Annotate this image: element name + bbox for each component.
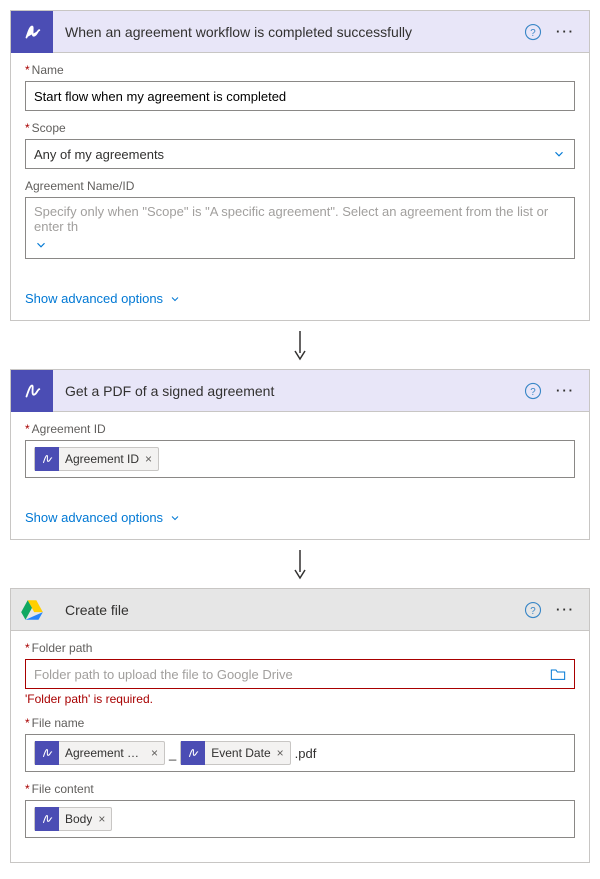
name-field: Name (25, 63, 575, 111)
file-name-input[interactable]: Agreement Na... × _ Event Date × .pdf (25, 734, 575, 772)
remove-token-icon[interactable]: × (145, 452, 152, 466)
folder-path-placeholder: Folder path to upload the file to Google… (34, 667, 293, 682)
adobe-sign-icon (181, 741, 205, 765)
adobe-sign-icon (11, 370, 53, 412)
remove-token-icon[interactable]: × (151, 746, 158, 760)
agreement-id-field: Agreement ID Agreement ID × (25, 422, 575, 478)
name-label: Name (25, 63, 575, 77)
trigger-header[interactable]: When an agreement workflow is completed … (11, 11, 589, 53)
create-file-title: Create file (53, 602, 524, 618)
arrow-connector (10, 327, 590, 369)
action-create-file-card: Create file ? ··· Folder path Folder pat… (10, 588, 590, 863)
get-pdf-body: Agreement ID Agreement ID × (11, 412, 589, 502)
trigger-card: When an agreement workflow is completed … (10, 10, 590, 321)
file-name-label: File name (25, 716, 575, 730)
google-drive-icon (11, 589, 53, 631)
adobe-sign-icon (35, 447, 59, 471)
name-input[interactable] (25, 81, 575, 111)
remove-token-icon[interactable]: × (277, 746, 284, 760)
show-advanced-link[interactable]: Show advanced options (11, 283, 195, 320)
action-get-pdf-card: Get a PDF of a signed agreement ? ··· Ag… (10, 369, 590, 540)
folder-path-input[interactable]: Folder path to upload the file to Google… (25, 659, 575, 689)
agreement-label: Agreement Name/ID (25, 179, 575, 193)
svg-text:?: ? (530, 605, 536, 616)
agreement-field: Agreement Name/ID Specify only when "Sco… (25, 179, 575, 259)
trigger-body: Name Scope Any of my agreements Agreemen… (11, 53, 589, 283)
chevron-down-icon (552, 147, 566, 161)
folder-path-error: 'Folder path' is required. (25, 692, 575, 706)
token-label: Body (65, 812, 92, 826)
file-content-input[interactable]: Body × (25, 800, 575, 838)
scope-select[interactable]: Any of my agreements (25, 139, 575, 169)
get-pdf-header[interactable]: Get a PDF of a signed agreement ? ··· (11, 370, 589, 412)
svg-text:?: ? (530, 386, 536, 397)
show-advanced-link[interactable]: Show advanced options (11, 502, 195, 539)
agreement-id-input[interactable]: Agreement ID × (25, 440, 575, 478)
create-file-header[interactable]: Create file ? ··· (11, 589, 589, 631)
agreement-id-label: Agreement ID (25, 422, 575, 436)
agreement-select[interactable]: Specify only when "Scope" is "A specific… (25, 197, 575, 259)
svg-text:?: ? (530, 27, 536, 38)
help-icon[interactable]: ? (524, 382, 542, 400)
token-label: Event Date (211, 746, 270, 760)
scope-value: Any of my agreements (34, 147, 164, 162)
adobe-sign-icon (11, 11, 53, 53)
more-icon[interactable]: ··· (552, 602, 579, 617)
adobe-sign-icon (35, 741, 59, 765)
more-icon[interactable]: ··· (552, 24, 579, 39)
token-event-date[interactable]: Event Date × (180, 741, 290, 765)
help-icon[interactable]: ? (524, 23, 542, 41)
file-content-label: File content (25, 782, 575, 796)
token-agreement-id[interactable]: Agreement ID × (34, 447, 159, 471)
get-pdf-title: Get a PDF of a signed agreement (53, 383, 524, 399)
agreement-placeholder: Specify only when "Scope" is "A specific… (34, 204, 566, 234)
token-label: Agreement ID (65, 452, 139, 466)
token-label: Agreement Na... (65, 746, 145, 760)
help-icon[interactable]: ? (524, 601, 542, 619)
scope-label: Scope (25, 121, 575, 135)
token-agreement-name[interactable]: Agreement Na... × (34, 741, 165, 765)
trigger-title: When an agreement workflow is completed … (53, 24, 524, 40)
filename-separator: _ (169, 746, 176, 761)
filename-suffix: .pdf (295, 746, 317, 761)
arrow-connector (10, 546, 590, 588)
name-input-text[interactable] (34, 89, 566, 104)
adv-label: Show advanced options (25, 510, 163, 525)
create-file-body: Folder path Folder path to upload the fi… (11, 631, 589, 862)
remove-token-icon[interactable]: × (98, 812, 105, 826)
folder-picker-icon[interactable] (550, 667, 566, 681)
scope-field: Scope Any of my agreements (25, 121, 575, 169)
folder-path-label: Folder path (25, 641, 575, 655)
adv-label: Show advanced options (25, 291, 163, 306)
chevron-down-icon (34, 238, 48, 252)
token-body[interactable]: Body × (34, 807, 112, 831)
adobe-sign-icon (35, 807, 59, 831)
folder-path-field: Folder path Folder path to upload the fi… (25, 641, 575, 706)
file-content-field: File content Body × (25, 782, 575, 838)
more-icon[interactable]: ··· (552, 383, 579, 398)
